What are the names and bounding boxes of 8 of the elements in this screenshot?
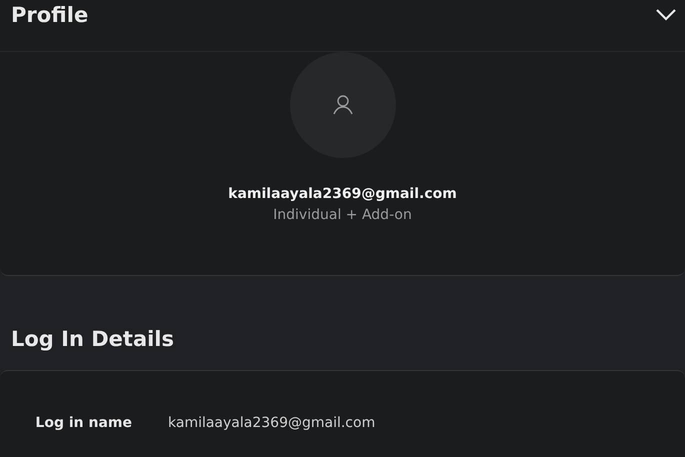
account-email: kamilaayala2369@gmail.com [228, 186, 457, 202]
field-label: Log in name [34, 415, 133, 431]
user-icon [332, 94, 354, 116]
field-value: kamilaayala2369@gmail.com [168, 415, 376, 431]
section-title: Log In Details [10, 326, 176, 353]
section-title: Profile [11, 2, 88, 26]
chevron-down-icon[interactable] [655, 8, 677, 22]
plan-name: Individual + Add-on [273, 207, 412, 223]
